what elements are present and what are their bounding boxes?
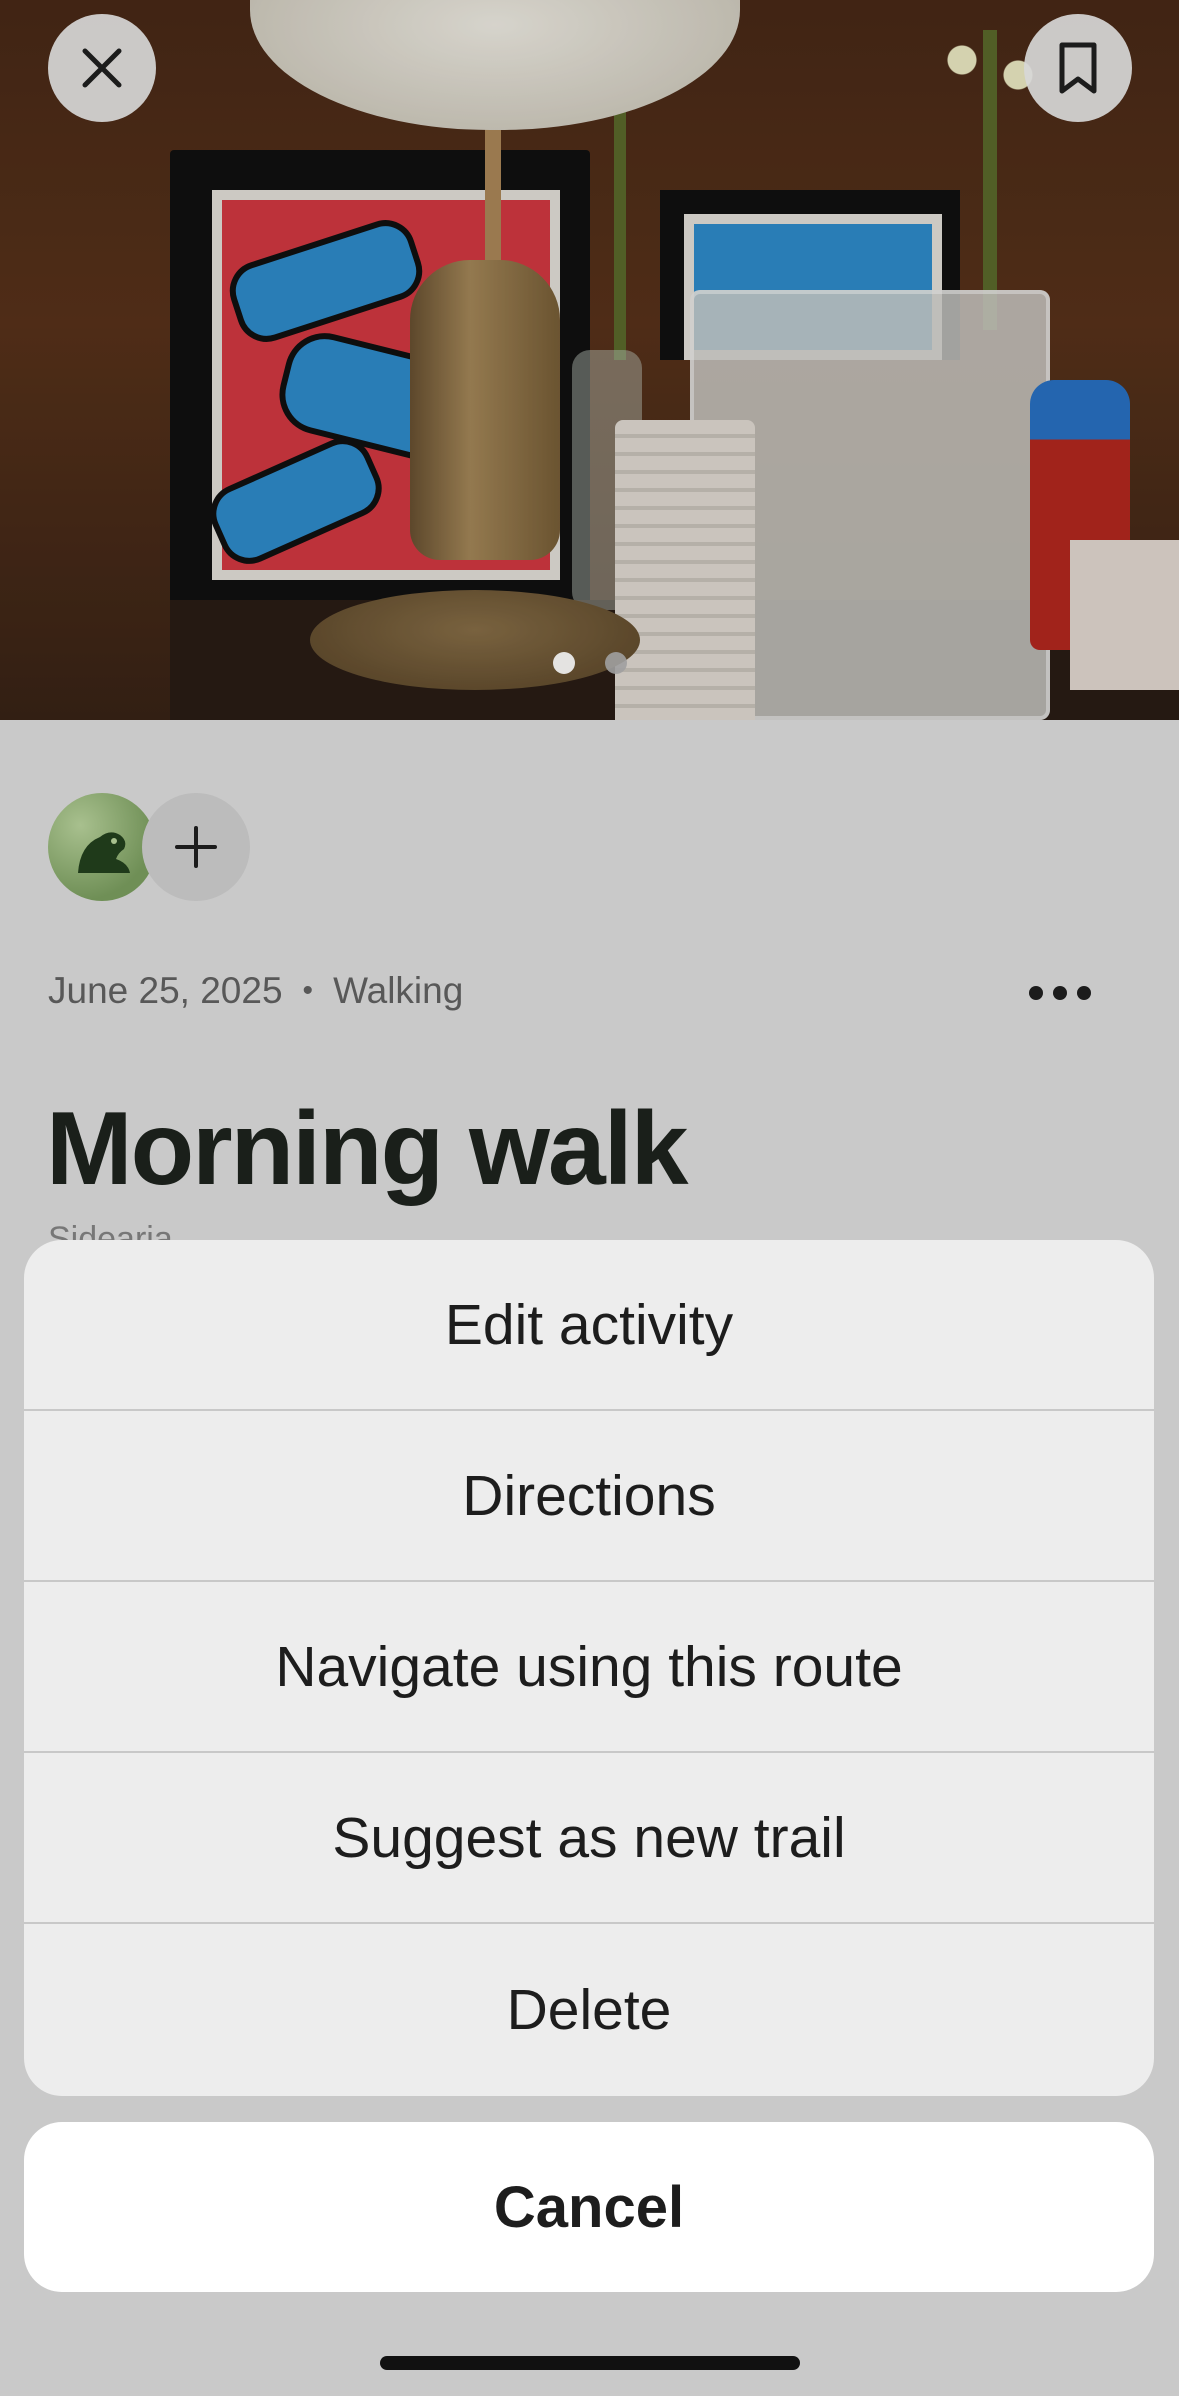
delete-option[interactable]: Delete — [24, 1924, 1154, 2096]
plus-icon — [175, 826, 217, 868]
pager-dot-active[interactable] — [552, 652, 575, 674]
photo-pager[interactable] — [0, 652, 1179, 674]
activity-date: June 25, 2025 — [48, 970, 283, 1011]
edit-activity-option[interactable]: Edit activity — [24, 1240, 1154, 1411]
add-companion-button[interactable] — [142, 793, 250, 901]
close-button[interactable] — [48, 14, 156, 122]
more-dot — [1077, 986, 1091, 1000]
pager-dot[interactable] — [604, 652, 627, 674]
close-icon — [82, 48, 122, 88]
more-dot — [1029, 986, 1043, 1000]
navigate-route-option[interactable]: Navigate using this route — [24, 1582, 1154, 1753]
meta-separator: • — [302, 974, 314, 1007]
activity-type: Walking — [333, 970, 464, 1011]
avatar[interactable] — [48, 793, 156, 901]
suggest-trail-option[interactable]: Suggest as new trail — [24, 1753, 1154, 1924]
activity-title: Morning walk — [46, 1091, 688, 1207]
activity-meta: June 25, 2025 • Walking — [48, 970, 463, 1012]
frog-icon — [78, 832, 130, 873]
activity-detail-screen: June 25, 2025 • Walking Morning walk Sid… — [0, 0, 1179, 2396]
bookmark-icon — [1059, 42, 1097, 94]
directions-option[interactable]: Directions — [24, 1411, 1154, 1582]
activity-photo[interactable] — [0, 0, 1179, 720]
bookmark-button[interactable] — [1024, 14, 1132, 122]
home-indicator[interactable] — [380, 2356, 800, 2370]
action-sheet: Edit activity Directions Navigate using … — [24, 1240, 1154, 2096]
more-options-button[interactable] — [1020, 958, 1100, 1028]
more-dot — [1053, 986, 1067, 1000]
cancel-button[interactable]: Cancel — [24, 2122, 1154, 2292]
